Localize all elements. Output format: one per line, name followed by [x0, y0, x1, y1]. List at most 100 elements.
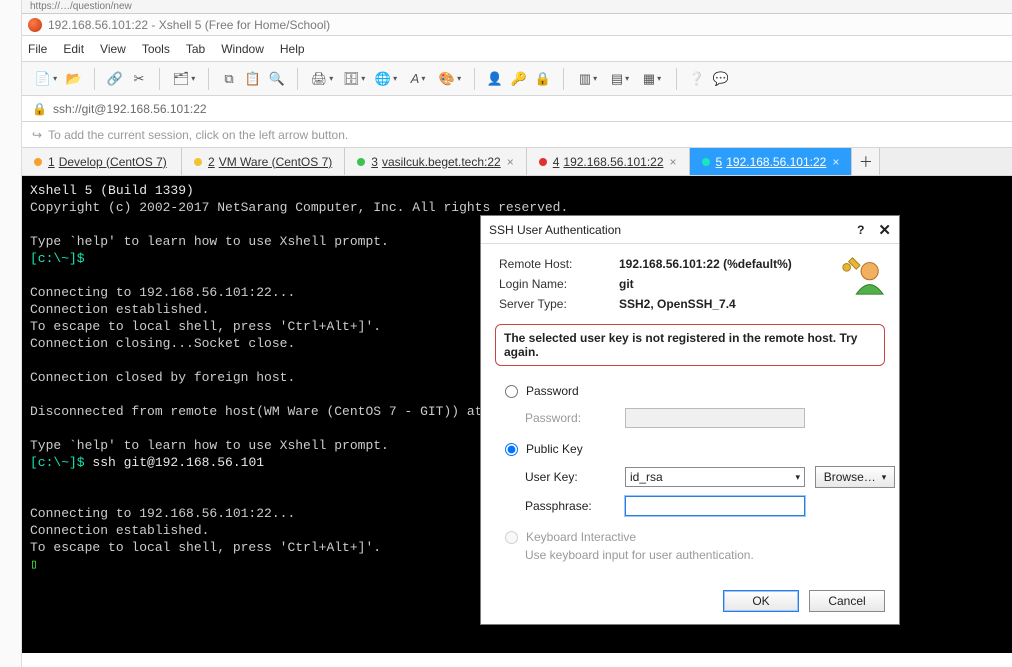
toolbar-sep — [208, 68, 209, 90]
dialog-info: Remote Host: 192.168.56.101:22 (%default… — [481, 244, 899, 316]
error-message: The selected user key is not registered … — [495, 324, 885, 366]
password-option-label: Password — [526, 384, 579, 398]
address-bar: 🔒 ssh://git@192.168.56.101:22 — [22, 96, 1012, 122]
toolbar-sep — [676, 68, 677, 90]
terminal-line: To escape to local shell, press 'Ctrl+Al… — [30, 540, 381, 555]
reconnect-button[interactable]: 🔗 — [105, 69, 125, 89]
toolbar-sep — [159, 68, 160, 90]
toolbar: 📄▾ 📂 🔗 ✂ 🗂▾ ⧉ 📋 🔍 🖨▾ 🗄▾ 🌐▾ A▾ 🎨▾ 👤 — [22, 62, 1012, 96]
key-user-icon — [839, 252, 885, 298]
paste-button[interactable]: 📋 — [243, 69, 263, 89]
tab-101-b[interactable]: 5 192.168.56.101:22 × — [690, 148, 853, 175]
user-key-select[interactable]: id_rsa ▾ — [625, 467, 805, 487]
keymanager-button[interactable]: 🔑 — [509, 69, 529, 89]
xagent-button[interactable]: 👤 — [485, 69, 505, 89]
window-title: 192.168.56.101:22 - Xshell 5 (Free for H… — [48, 18, 330, 32]
tab-vasilcuk[interactable]: 3 vasilcuk.beget.tech:22 × — [345, 148, 526, 175]
help-button[interactable]: ❔ — [687, 69, 707, 89]
menu-tools[interactable]: Tools — [142, 42, 170, 56]
status-dot-icon — [357, 158, 365, 166]
chevron-down-icon: ▾ — [795, 472, 800, 483]
transfer-button[interactable]: 🌐▾ — [372, 69, 400, 89]
tab-index: 1 — [48, 155, 55, 169]
tile-vert-button[interactable]: ▤▾ — [606, 69, 634, 89]
tile-horz-button[interactable]: ▥▾ — [574, 69, 602, 89]
add-tab-button[interactable]: ＋ — [852, 148, 880, 175]
xshell-logo-icon — [28, 18, 42, 32]
menu-window[interactable]: Window — [221, 42, 264, 56]
tab-label: 192.168.56.101:22 — [563, 155, 663, 169]
keyboard-interactive-option: Keyboard Interactive — [505, 526, 879, 548]
new-session-button[interactable]: 📄▾ — [32, 69, 60, 89]
copy-button[interactable]: ⧉ — [219, 69, 239, 89]
terminal-line: Xshell 5 (Build 1339) — [30, 183, 194, 198]
keyboard-interactive-option-label: Keyboard Interactive — [526, 530, 636, 544]
terminal-line: Copyright (c) 2002-2017 NetSarang Comput… — [30, 200, 568, 215]
menu-help[interactable]: Help — [280, 42, 305, 56]
terminal-line: To escape to local shell, press 'Ctrl+Al… — [30, 319, 381, 334]
dialog-close-button[interactable]: ✕ — [878, 221, 891, 239]
print-button[interactable]: 🖨▾ — [308, 69, 336, 89]
public-key-option[interactable]: Public Key — [505, 438, 879, 460]
session-url[interactable]: ssh://git@192.168.56.101:22 — [53, 102, 207, 116]
cascade-button[interactable]: ▦▾ — [638, 69, 666, 89]
public-key-radio[interactable] — [505, 443, 518, 456]
user-key-value: id_rsa — [630, 470, 663, 484]
tab-index: 3 — [371, 155, 378, 169]
ssh-auth-dialog: SSH User Authentication ? ✕ Remote Host:… — [480, 215, 900, 625]
cancel-button[interactable]: Cancel — [809, 590, 885, 612]
hint-bar: ↪ To add the current session, click on t… — [22, 122, 1012, 148]
terminal-prompt: [c:\~]$ — [30, 251, 85, 266]
dialog-footer: OK Cancel — [481, 580, 899, 624]
browse-button[interactable]: Browse… ▾ — [815, 466, 895, 488]
close-icon[interactable]: × — [507, 155, 514, 169]
find-button[interactable]: 🔍 — [267, 69, 287, 89]
font-button[interactable]: A▾ — [404, 69, 432, 89]
menu-edit[interactable]: Edit — [63, 42, 84, 56]
dialog-title: SSH User Authentication — [489, 223, 621, 237]
status-dot-icon — [539, 158, 547, 166]
tab-101-a[interactable]: 4 192.168.56.101:22 × — [527, 148, 690, 175]
menu-file[interactable]: File — [28, 42, 47, 56]
remote-host-label: Remote Host: — [499, 257, 619, 271]
dialog-help-button[interactable]: ? — [857, 223, 864, 237]
terminal-line: Connection established. — [30, 523, 209, 538]
tab-label: Develop (CentOS 7) — [59, 155, 167, 169]
close-icon[interactable]: × — [832, 155, 839, 169]
obscured-browser-bar: https://…/question/new — [22, 0, 1012, 14]
lock-button[interactable]: 🔒 — [533, 69, 553, 89]
terminal-line: Connection established. — [30, 302, 209, 317]
server-type-value: SSH2, OpenSSH_7.4 — [619, 297, 736, 311]
terminal-line: Disconnected from remote host(WM Ware (C… — [30, 404, 529, 419]
close-icon[interactable]: × — [670, 155, 677, 169]
menu-tab[interactable]: Tab — [186, 42, 205, 56]
feedback-button[interactable]: 💬 — [711, 69, 731, 89]
tab-develop[interactable]: 1 Develop (CentOS 7) — [22, 148, 182, 175]
password-radio[interactable] — [505, 385, 518, 398]
menubar: File Edit View Tools Tab Window Help — [22, 36, 1012, 62]
color-scheme-button[interactable]: 🎨▾ — [436, 69, 464, 89]
toolbar-sep — [94, 68, 95, 90]
arrow-left-icon[interactable]: ↪ — [32, 128, 42, 142]
hint-text: To add the current session, click on the… — [48, 128, 348, 142]
disconnect-button[interactable]: ✂ — [129, 69, 149, 89]
user-key-label: User Key: — [525, 470, 615, 484]
login-name-label: Login Name: — [499, 277, 619, 291]
session-tabs: 1 Develop (CentOS 7) 2 VM Ware (CentOS 7… — [22, 148, 1012, 176]
terminal-cursor-icon: ▯ — [30, 557, 38, 572]
tab-index: 4 — [553, 155, 560, 169]
status-dot-icon — [34, 158, 42, 166]
ok-button[interactable]: OK — [723, 590, 799, 612]
menu-view[interactable]: View — [100, 42, 126, 56]
properties-button[interactable]: 🗂▾ — [170, 69, 198, 89]
password-option[interactable]: Password — [505, 380, 879, 402]
log-button[interactable]: 🗄▾ — [340, 69, 368, 89]
passphrase-input[interactable] — [625, 496, 805, 516]
tab-vmware[interactable]: 2 VM Ware (CentOS 7) — [182, 148, 345, 175]
terminal-line: Type `help' to learn how to use Xshell p… — [30, 234, 389, 249]
terminal-command: ssh git@192.168.56.101 — [92, 455, 264, 470]
dialog-titlebar: SSH User Authentication ? ✕ — [481, 216, 899, 244]
open-session-button[interactable]: 📂 — [64, 69, 84, 89]
lock-icon: 🔒 — [32, 102, 47, 116]
window-titlebar: 192.168.56.101:22 - Xshell 5 (Free for H… — [22, 14, 1012, 36]
